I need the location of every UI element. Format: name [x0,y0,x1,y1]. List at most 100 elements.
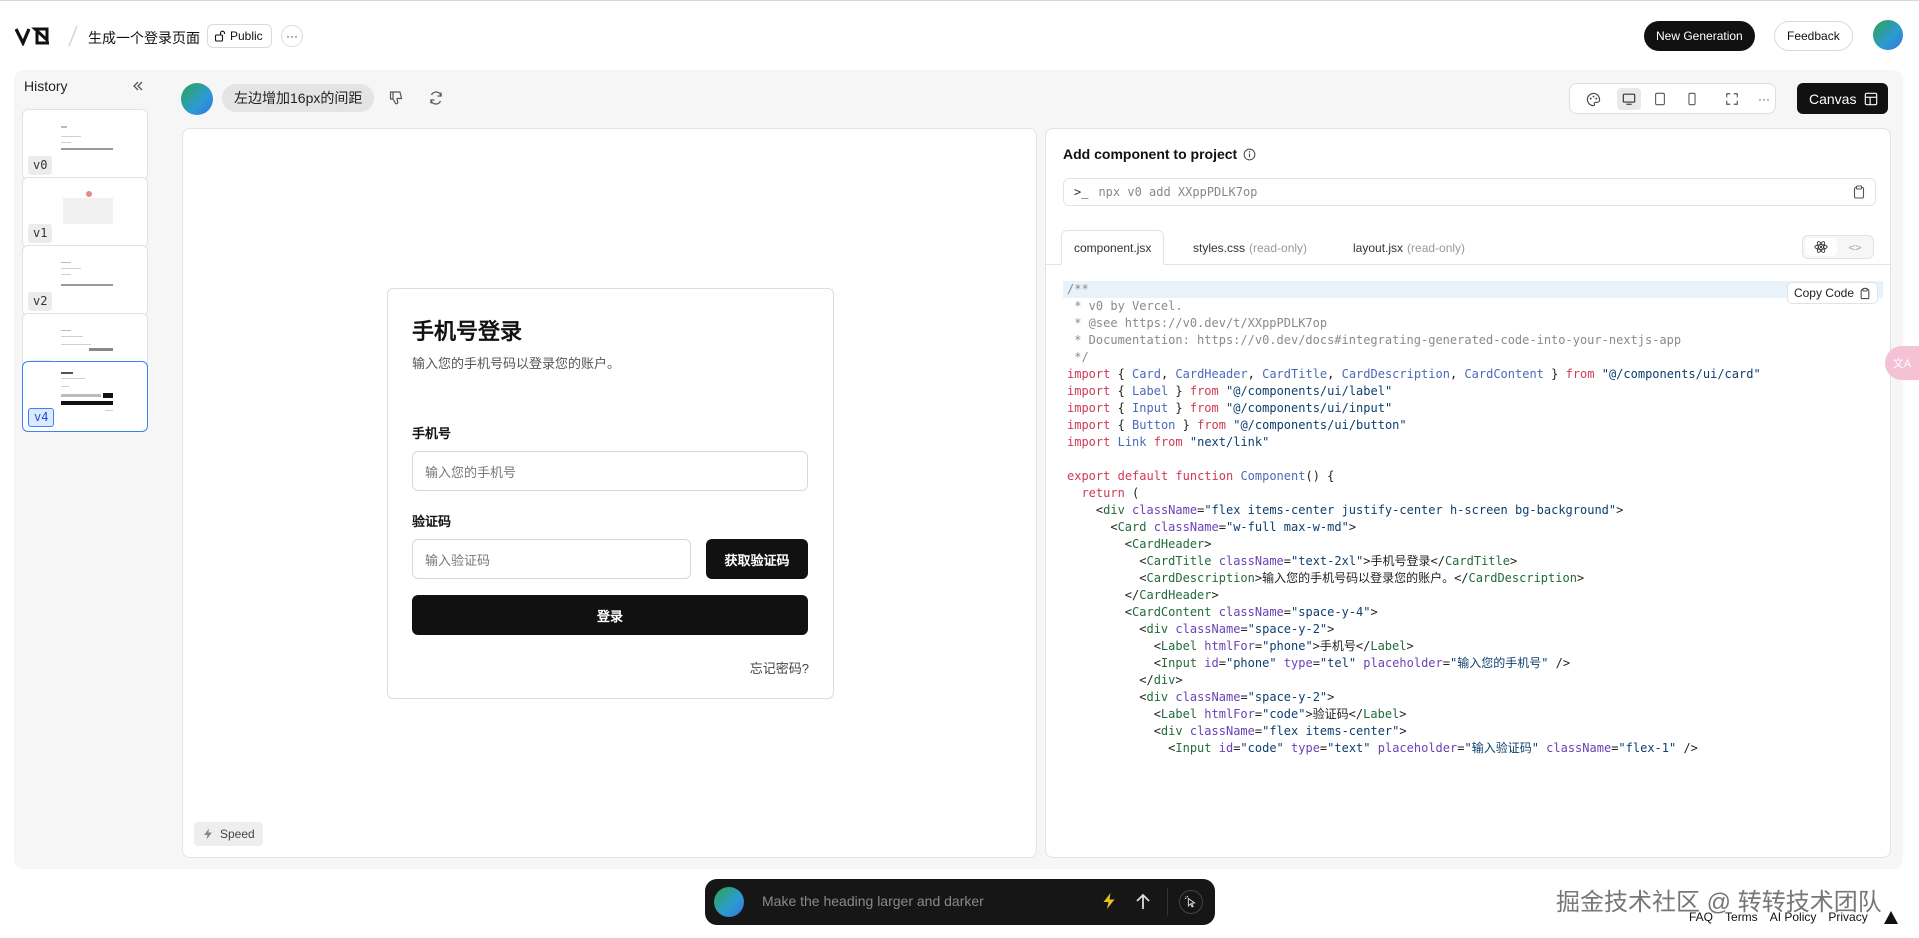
footer-link-faq[interactable]: FAQ [1689,910,1713,924]
add-component-heading: Add component to project [1063,146,1256,162]
login-card: 手机号登录 输入您的手机号码以登录您的账户。 手机号 输入您的手机号 验证码 输… [387,288,834,699]
code-line: * Documentation: https://v0.dev/docs#int… [1067,333,1682,347]
get-code-button[interactable]: 获取验证码 [706,539,808,579]
version-label: v0 [28,156,53,175]
toolbar-more-button[interactable]: ··· [1756,91,1772,107]
code-line: */ [1067,350,1089,364]
visibility-label: Public [230,29,263,43]
tab-component-jsx[interactable]: component.jsx [1061,230,1165,265]
chat-input[interactable]: Make the heading larger and darker [762,893,984,909]
desktop-view-button[interactable] [1617,88,1641,110]
code-brackets-icon: <> [1848,240,1862,254]
window-top-border [0,0,1919,4]
palette-icon [1586,92,1600,106]
fullscreen-button[interactable] [1724,91,1740,107]
phone-icon [1688,92,1696,106]
code-line: <div className="flex items-center"> [1067,724,1407,738]
prompt-user-avatar [181,83,213,115]
code-line: <Card className="w-full max-w-md"> [1067,520,1357,534]
send-arrow-icon[interactable] [1131,890,1155,914]
user-avatar[interactable] [1873,20,1903,50]
canvas-button[interactable]: Canvas [1797,83,1889,114]
code-line: <Label htmlFor="code">验证码</Label> [1067,707,1407,721]
copy-code-label: Copy Code [1793,286,1854,300]
translate-widget-icon[interactable]: 文A [1885,346,1919,380]
select-element-button[interactable] [1179,890,1203,914]
v0-logo[interactable] [15,26,57,46]
code-view-toggle: <> [1802,235,1874,259]
footer-link-terms[interactable]: Terms [1725,910,1758,924]
chat-user-avatar [714,887,744,917]
collapse-sidebar-icon[interactable] [130,78,146,94]
mobile-view-button[interactable] [1684,91,1700,107]
tab-readonly-note: (read-only) [1249,240,1308,255]
react-icon [1814,241,1828,253]
code-line: <CardDescription>输入您的手机号码以登录您的账户。</CardD… [1067,571,1585,585]
code-editor[interactable]: /** * v0 by Vercel. * @see https://v0.de… [1063,281,1883,757]
phone-label: 手机号 [412,426,452,441]
tab-label: layout.jsx [1353,240,1404,255]
code-line: * @see https://v0.dev/t/XXppPDLK7op [1067,316,1328,330]
history-version-v1[interactable]: v1 [22,177,148,248]
install-command: npx v0 add XXppPDLK7op [1098,185,1258,199]
feedback-button[interactable]: Feedback [1774,21,1853,51]
history-version-v4[interactable]: v4 [22,361,148,432]
history-title: History [24,78,68,94]
monitor-icon [1622,93,1636,105]
speed-label: Speed [220,827,255,841]
code-line: /** [1063,281,1883,298]
code-line: return ( [1081,486,1140,500]
code-view-button[interactable]: <> [1841,238,1869,256]
tab-label: styles.css [1193,240,1246,255]
login-button[interactable]: 登录 [412,595,808,635]
project-more-button[interactable]: ··· [281,25,303,47]
code-line: import Link from "next/link" [1067,435,1270,449]
tab-label: component.jsx [1074,240,1152,255]
triangle-icon[interactable] [1884,911,1898,924]
refresh-icon [430,91,442,105]
code-input[interactable]: 输入验证码 [412,539,691,579]
lightning-icon [204,828,212,840]
add-component-title: Add component to project [1063,146,1238,162]
code-panel: Add component to project >_ npx v0 add X… [1045,128,1891,858]
theme-button[interactable] [1585,91,1601,107]
react-view-button[interactable] [1805,238,1837,256]
top-header: 生成一个登录页面 Public ··· New Generation Feedb… [0,10,1919,62]
project-title[interactable]: 生成一个登录页面 [88,28,200,48]
tab-layout-jsx[interactable]: layout.jsx (read-only) [1353,230,1465,265]
clipboard-icon[interactable] [1852,185,1866,199]
tab-readonly-note: (read-only) [1407,240,1466,255]
history-sidebar: History v0 v1 v2 v3 v4 [18,73,152,513]
layout-icon [1865,92,1878,105]
speed-badge[interactable]: Speed [194,822,263,846]
visibility-button[interactable]: Public [207,24,272,48]
code-line: import { Button } from "@/components/ui/… [1067,418,1407,432]
forgot-password-link[interactable]: 忘记密码? [750,658,809,677]
install-command-box[interactable]: >_ npx v0 add XXppPDLK7op [1063,178,1876,206]
chat-divider [1167,888,1168,916]
version-label: v2 [28,292,53,311]
file-tabs: component.jsx styles.css (read-only) lay… [1046,230,1890,265]
version-label: v1 [28,224,53,243]
history-version-v2[interactable]: v2 [22,245,148,316]
preview-toolbar: ··· [1569,83,1776,114]
footer-link-ai-policy[interactable]: AI Policy [1770,910,1817,924]
thumbs-down-button[interactable] [385,87,407,109]
footer-links: FAQ Terms AI Policy Privacy [1689,910,1868,924]
copy-code-button[interactable]: Copy Code [1786,282,1878,304]
info-icon[interactable] [1243,148,1256,161]
cursor-click-icon [1184,895,1196,908]
history-version-v0[interactable]: v0 [22,109,148,180]
regenerate-button[interactable] [425,87,447,109]
code-line: </div> [1067,673,1183,687]
lightning-icon[interactable] [1100,892,1118,910]
phone-input[interactable]: 输入您的手机号 [412,451,808,491]
code-line: </CardHeader> [1067,588,1219,602]
tab-styles-css[interactable]: styles.css (read-only) [1193,230,1307,265]
footer-link-privacy[interactable]: Privacy [1828,910,1867,924]
code-label: 验证码 [412,514,452,529]
tablet-view-button[interactable] [1652,91,1668,107]
lock-open-icon [214,30,226,42]
new-generation-button[interactable]: New Generation [1644,21,1755,51]
